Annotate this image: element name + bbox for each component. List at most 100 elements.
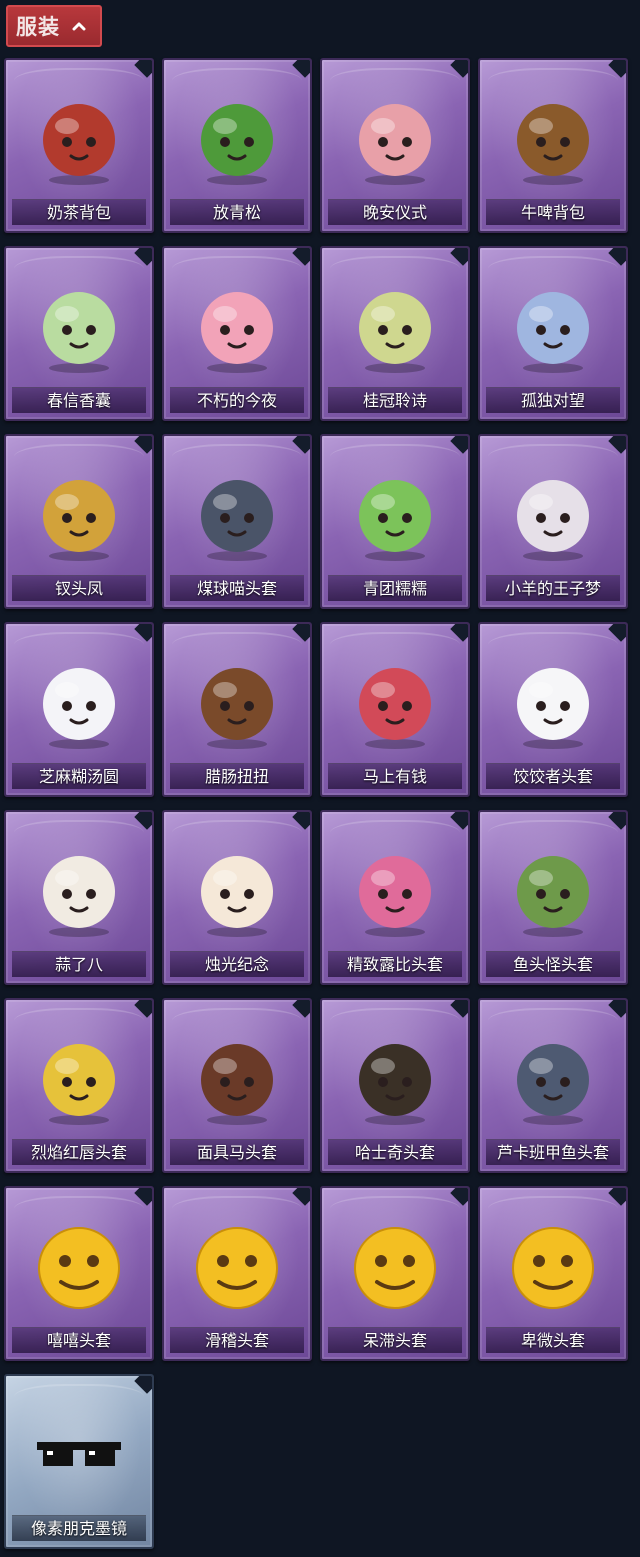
costume-name: 蒜了八	[12, 951, 146, 977]
card-art	[6, 454, 152, 574]
section-toggle-button[interactable]: 服装	[6, 5, 102, 47]
costume-name: 像素朋克墨镜	[12, 1515, 146, 1541]
costume-card[interactable]: 嘻嘻头套	[4, 1186, 154, 1361]
costume-name: 腊肠扭扭	[170, 763, 304, 789]
card-art	[322, 830, 468, 950]
card-art	[164, 1206, 310, 1326]
card-corner-notch	[292, 60, 310, 78]
costume-name: 青团糯糯	[328, 575, 462, 601]
costume-name: 芝麻糊汤圆	[12, 763, 146, 789]
pine-bonsai-icon	[201, 104, 273, 185]
smirk-emoji-head-icon	[196, 1227, 278, 1309]
costume-card[interactable]: 钗头凤	[4, 434, 154, 609]
costume-card[interactable]: 卑微头套	[478, 1186, 628, 1361]
section-title: 服装	[16, 15, 60, 39]
chevron-up-icon	[72, 22, 86, 31]
card-art	[480, 454, 626, 574]
costume-card[interactable]: 精致露比头套	[320, 810, 470, 985]
card-corner-notch	[292, 248, 310, 266]
card-art	[480, 642, 626, 762]
costume-name: 面具马头套	[170, 1139, 304, 1165]
costume-name: 牛啤背包	[486, 199, 620, 225]
card-art	[164, 1018, 310, 1138]
costume-card[interactable]: 晚安仪式	[320, 58, 470, 233]
card-corner-notch	[134, 436, 152, 454]
costume-card[interactable]: 芝麻糊汤圆	[4, 622, 154, 797]
costume-card[interactable]: 蒜了八	[4, 810, 154, 985]
costume-name: 烈焰红唇头套	[12, 1139, 146, 1165]
card-art	[6, 1394, 152, 1514]
costume-card[interactable]: 滑稽头套	[162, 1186, 312, 1361]
card-art	[6, 642, 152, 762]
card-art	[164, 830, 310, 950]
costume-card[interactable]: 煤球喵头套	[162, 434, 312, 609]
costume-name: 奶茶背包	[12, 199, 146, 225]
milk-tea-backpack-icon	[43, 104, 115, 185]
laurel-charm-icon	[359, 292, 431, 373]
card-corner-notch	[292, 624, 310, 642]
card-art	[322, 454, 468, 574]
costume-name: 呆滞头套	[328, 1327, 462, 1353]
card-corner-notch	[450, 1188, 468, 1206]
costume-card[interactable]: 饺饺者头套	[478, 622, 628, 797]
garlic-head-icon	[43, 856, 115, 937]
costume-card[interactable]: 小羊的王子梦	[478, 434, 628, 609]
costume-name: 钗头凤	[12, 575, 146, 601]
costume-card[interactable]: 桂冠聆诗	[320, 246, 470, 421]
card-art	[322, 266, 468, 386]
horse-mask-icon	[201, 1044, 273, 1125]
costume-card[interactable]: 春信香囊	[4, 246, 154, 421]
candle-head-icon	[201, 856, 273, 937]
rice-ball-icon	[43, 668, 115, 749]
costume-card[interactable]: 呆滞头套	[320, 1186, 470, 1361]
costume-card[interactable]: 腊肠扭扭	[162, 622, 312, 797]
costume-name: 鱼头怪头套	[486, 951, 620, 977]
pink-beaver-head-icon	[359, 856, 431, 937]
card-art	[6, 1018, 152, 1138]
card-corner-notch	[608, 624, 626, 642]
card-corner-notch	[292, 436, 310, 454]
card-corner-notch	[134, 1188, 152, 1206]
dumpling-head-icon	[517, 668, 589, 749]
costume-card[interactable]: 青团糯糯	[320, 434, 470, 609]
card-corner-notch	[292, 1188, 310, 1206]
costume-card[interactable]: 烈焰红唇头套	[4, 998, 154, 1173]
costume-name: 晚安仪式	[328, 199, 462, 225]
card-corner-notch	[134, 1000, 152, 1018]
card-corner-notch	[134, 248, 152, 266]
costume-name: 芦卡班甲鱼头套	[486, 1139, 620, 1165]
costume-name: 小羊的王子梦	[486, 575, 620, 601]
costume-card[interactable]: 芦卡班甲鱼头套	[478, 998, 628, 1173]
card-corner-notch	[292, 1000, 310, 1018]
pixel-sunglasses-icon	[37, 1442, 121, 1466]
costume-grid: 奶茶背包 放青松 晚安仪式 牛啤背包春信香囊 不朽的今夜 桂冠聆诗 孤独对望钗头凤 煤球喵头套…	[4, 58, 628, 1549]
card-corner-notch	[608, 812, 626, 830]
card-corner-notch	[450, 1000, 468, 1018]
costume-card[interactable]: 不朽的今夜	[162, 246, 312, 421]
costume-card[interactable]: 哈士奇头套	[320, 998, 470, 1173]
costume-name: 春信香囊	[12, 387, 146, 413]
costume-card[interactable]: 面具马头套	[162, 998, 312, 1173]
card-art	[480, 78, 626, 198]
pig-figure-icon	[359, 104, 431, 185]
costume-name: 哈士奇头套	[328, 1139, 462, 1165]
card-art	[322, 78, 468, 198]
card-art	[322, 1018, 468, 1138]
blue-charm-icon	[517, 292, 589, 373]
card-corner-notch	[134, 812, 152, 830]
costume-name: 马上有钱	[328, 763, 462, 789]
costume-card[interactable]: 牛啤背包	[478, 58, 628, 233]
costume-card[interactable]: 放青松	[162, 58, 312, 233]
card-art	[480, 1206, 626, 1326]
costume-name: 饺饺者头套	[486, 763, 620, 789]
costume-card[interactable]: 奶茶背包	[4, 58, 154, 233]
costume-card[interactable]: 烛光纪念	[162, 810, 312, 985]
pink-fox-icon	[201, 292, 273, 373]
costume-card[interactable]: 马上有钱	[320, 622, 470, 797]
costume-card[interactable]: 像素朋克墨镜	[4, 1374, 154, 1549]
dachshund-head-icon	[201, 668, 273, 749]
card-corner-notch	[134, 624, 152, 642]
costume-card[interactable]: 孤独对望	[478, 246, 628, 421]
costume-card[interactable]: 鱼头怪头套	[478, 810, 628, 985]
cow-beer-barrel-icon	[517, 104, 589, 185]
